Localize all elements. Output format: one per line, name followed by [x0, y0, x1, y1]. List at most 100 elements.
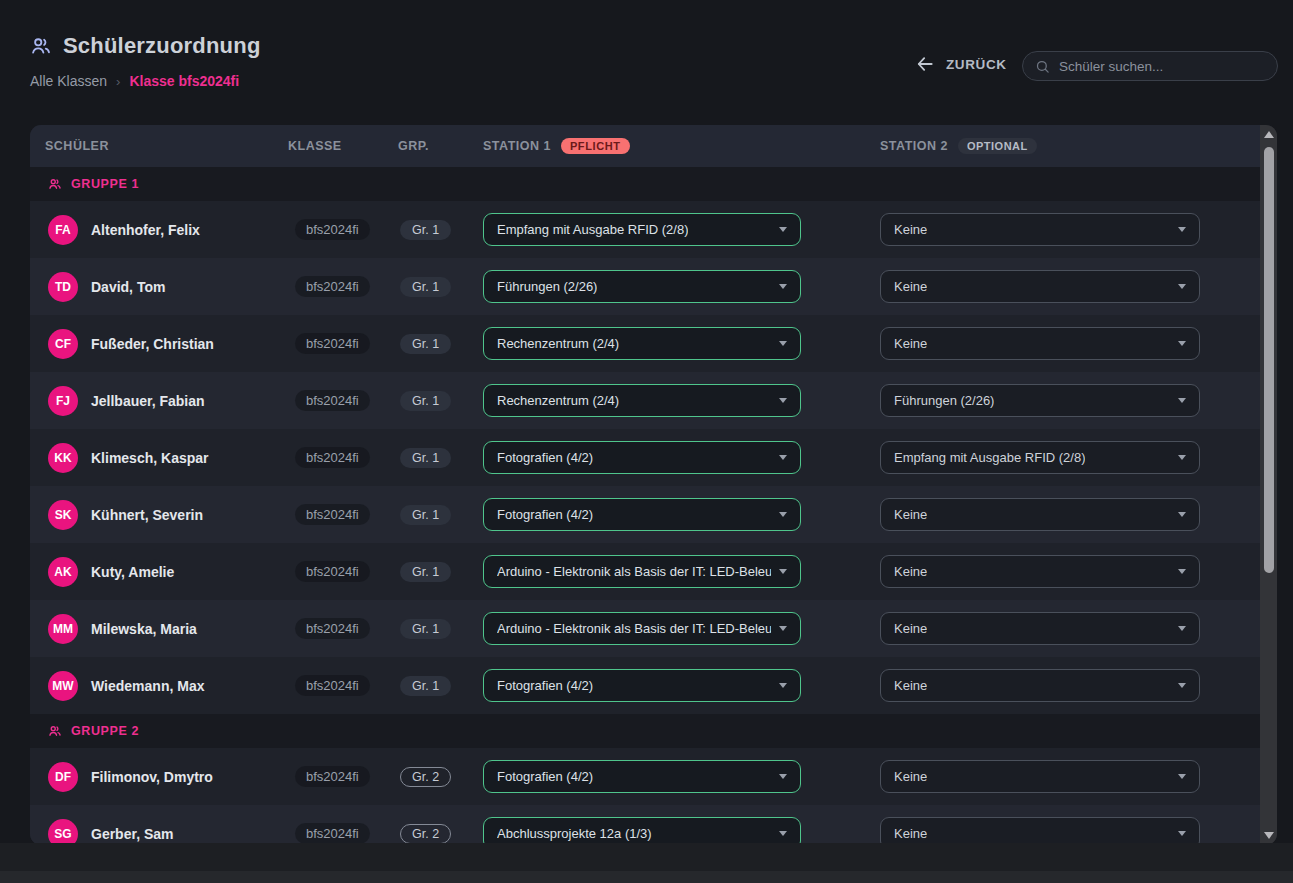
search-input[interactable] — [1059, 59, 1265, 74]
student-cell: TD David, Tom — [45, 272, 288, 302]
group-badge: Gr. 2 — [400, 767, 451, 787]
group-cell: Gr. 1 — [398, 562, 483, 582]
group-cell: Gr. 1 — [398, 220, 483, 240]
back-button[interactable]: ZURÜCK — [915, 54, 1007, 74]
scrollbar-thumb[interactable] — [1264, 147, 1274, 573]
station1-cell: Arduino - Elektronik als Basis der IT: L… — [483, 612, 880, 645]
page-title: Schülerzuordnung — [63, 33, 261, 59]
breadcrumb: Alle Klassen › Klasse bfs2024fi — [30, 73, 239, 89]
search-icon — [1035, 59, 1050, 74]
station2-cell: Keine — [880, 327, 1260, 360]
student-row: SK Kühnert, Severin bfs2024fi Gr. 1 Foto… — [30, 486, 1260, 543]
student-row: DF Filimonov, Dmytro bfs2024fi Gr. 2 Fot… — [30, 748, 1260, 805]
breadcrumb-all-classes[interactable]: Alle Klassen — [30, 73, 107, 89]
class-cell: bfs2024fi — [288, 675, 398, 696]
group-cell: Gr. 1 — [398, 277, 483, 297]
bottom-band — [0, 871, 1293, 883]
station1-select[interactable]: Rechenzentrum (2/4) — [483, 384, 801, 417]
station1-cell: Rechenzentrum (2/4) — [483, 384, 880, 417]
class-cell: bfs2024fi — [288, 823, 398, 844]
station2-select[interactable]: Keine — [880, 270, 1200, 303]
station1-select[interactable]: Fotografien (4/2) — [483, 760, 801, 793]
chevron-down-icon — [779, 683, 787, 688]
scrollbar-down-arrow[interactable] — [1264, 832, 1274, 839]
student-cell: SG Gerber, Sam — [45, 819, 288, 846]
station1-select[interactable]: Führungen (2/26) — [483, 270, 801, 303]
station2-select[interactable]: Keine — [880, 555, 1200, 588]
bottom-fade — [0, 843, 1293, 871]
student-cell: SK Kühnert, Severin — [45, 500, 288, 530]
group-badge: Gr. 1 — [400, 334, 451, 354]
page-header: Schülerzuordnung — [30, 33, 261, 59]
chevron-down-icon — [779, 341, 787, 346]
station1-select[interactable]: Fotografien (4/2) — [483, 498, 801, 531]
chevron-down-icon — [779, 284, 787, 289]
station2-select[interactable]: Keine — [880, 612, 1200, 645]
student-row: TD David, Tom bfs2024fi Gr. 1 Führungen … — [30, 258, 1260, 315]
chevron-down-icon — [779, 455, 787, 460]
group-header: GRUPPE 1 — [30, 167, 1260, 201]
class-badge: bfs2024fi — [295, 618, 370, 639]
student-cell: KK Klimesch, Kaspar — [45, 443, 288, 473]
chevron-down-icon — [1178, 512, 1186, 517]
student-avatar: TD — [48, 272, 78, 302]
station1-select[interactable]: Empfang mit Ausgabe RFID (2/8) — [483, 213, 801, 246]
table-scrollbar[interactable] — [1260, 125, 1277, 845]
station2-cell: Empfang mit Ausgabe RFID (2/8) — [880, 441, 1260, 474]
class-cell: bfs2024fi — [288, 618, 398, 639]
chevron-down-icon — [779, 831, 787, 836]
chevron-down-icon — [1178, 284, 1186, 289]
chevron-down-icon — [779, 774, 787, 779]
student-avatar: DF — [48, 762, 78, 792]
student-cell: FA Altenhofer, Felix — [45, 215, 288, 245]
station2-select[interactable]: Empfang mit Ausgabe RFID (2/8) — [880, 441, 1200, 474]
student-name: Jellbauer, Fabian — [91, 393, 205, 409]
station2-select[interactable]: Keine — [880, 760, 1200, 793]
chevron-down-icon — [1178, 626, 1186, 631]
station2-select[interactable]: Keine — [880, 498, 1200, 531]
pflicht-badge: PFLICHT — [561, 138, 630, 154]
group-badge: Gr. 1 — [400, 448, 451, 468]
station1-select[interactable]: Rechenzentrum (2/4) — [483, 327, 801, 360]
column-header-class: KLASSE — [288, 139, 398, 153]
group-cell: Gr. 2 — [398, 767, 483, 787]
chevron-down-icon — [779, 227, 787, 232]
student-avatar: AK — [48, 557, 78, 587]
student-cell: MM Milewska, Maria — [45, 614, 288, 644]
column-header-station1: STATION 1 PFLICHT — [483, 138, 880, 154]
chevron-down-icon — [1178, 683, 1186, 688]
station2-select[interactable]: Keine — [880, 327, 1200, 360]
back-arrow-icon — [915, 54, 935, 74]
station2-cell: Keine — [880, 760, 1260, 793]
scrollbar-up-arrow[interactable] — [1264, 131, 1274, 138]
chevron-down-icon — [1178, 227, 1186, 232]
station1-select[interactable]: Arduino - Elektronik als Basis der IT: L… — [483, 612, 801, 645]
chevron-down-icon — [1178, 774, 1186, 779]
class-cell: bfs2024fi — [288, 276, 398, 297]
station1-select[interactable]: Fotografien (4/2) — [483, 441, 801, 474]
group-badge: Gr. 2 — [400, 824, 451, 844]
group-cell: Gr. 1 — [398, 448, 483, 468]
station1-cell: Fotografien (4/2) — [483, 498, 880, 531]
station1-cell: Empfang mit Ausgabe RFID (2/8) — [483, 213, 880, 246]
table-header-row: SCHÜLER KLASSE GRP. STATION 1 PFLICHT ST… — [30, 125, 1260, 167]
station1-select[interactable]: Arduino - Elektronik als Basis der IT: L… — [483, 555, 801, 588]
class-badge: bfs2024fi — [295, 447, 370, 468]
student-cell: CF Fußeder, Christian — [45, 329, 288, 359]
station2-select[interactable]: Keine — [880, 213, 1200, 246]
search-box — [1022, 51, 1278, 81]
station2-cell: Keine — [880, 555, 1260, 588]
station2-select[interactable]: Keine — [880, 817, 1200, 845]
station1-select[interactable]: Abchlussprojekte 12a (1/3) — [483, 817, 801, 845]
station2-select[interactable]: Führungen (2/26) — [880, 384, 1200, 417]
station1-select[interactable]: Fotografien (4/2) — [483, 669, 801, 702]
back-button-label: ZURÜCK — [946, 57, 1007, 72]
station1-cell: Arduino - Elektronik als Basis der IT: L… — [483, 555, 880, 588]
class-cell: bfs2024fi — [288, 333, 398, 354]
station2-cell: Keine — [880, 213, 1260, 246]
station2-cell: Keine — [880, 270, 1260, 303]
station2-cell: Keine — [880, 817, 1260, 845]
group-users-icon — [48, 724, 62, 738]
student-avatar: SK — [48, 500, 78, 530]
station2-select[interactable]: Keine — [880, 669, 1200, 702]
